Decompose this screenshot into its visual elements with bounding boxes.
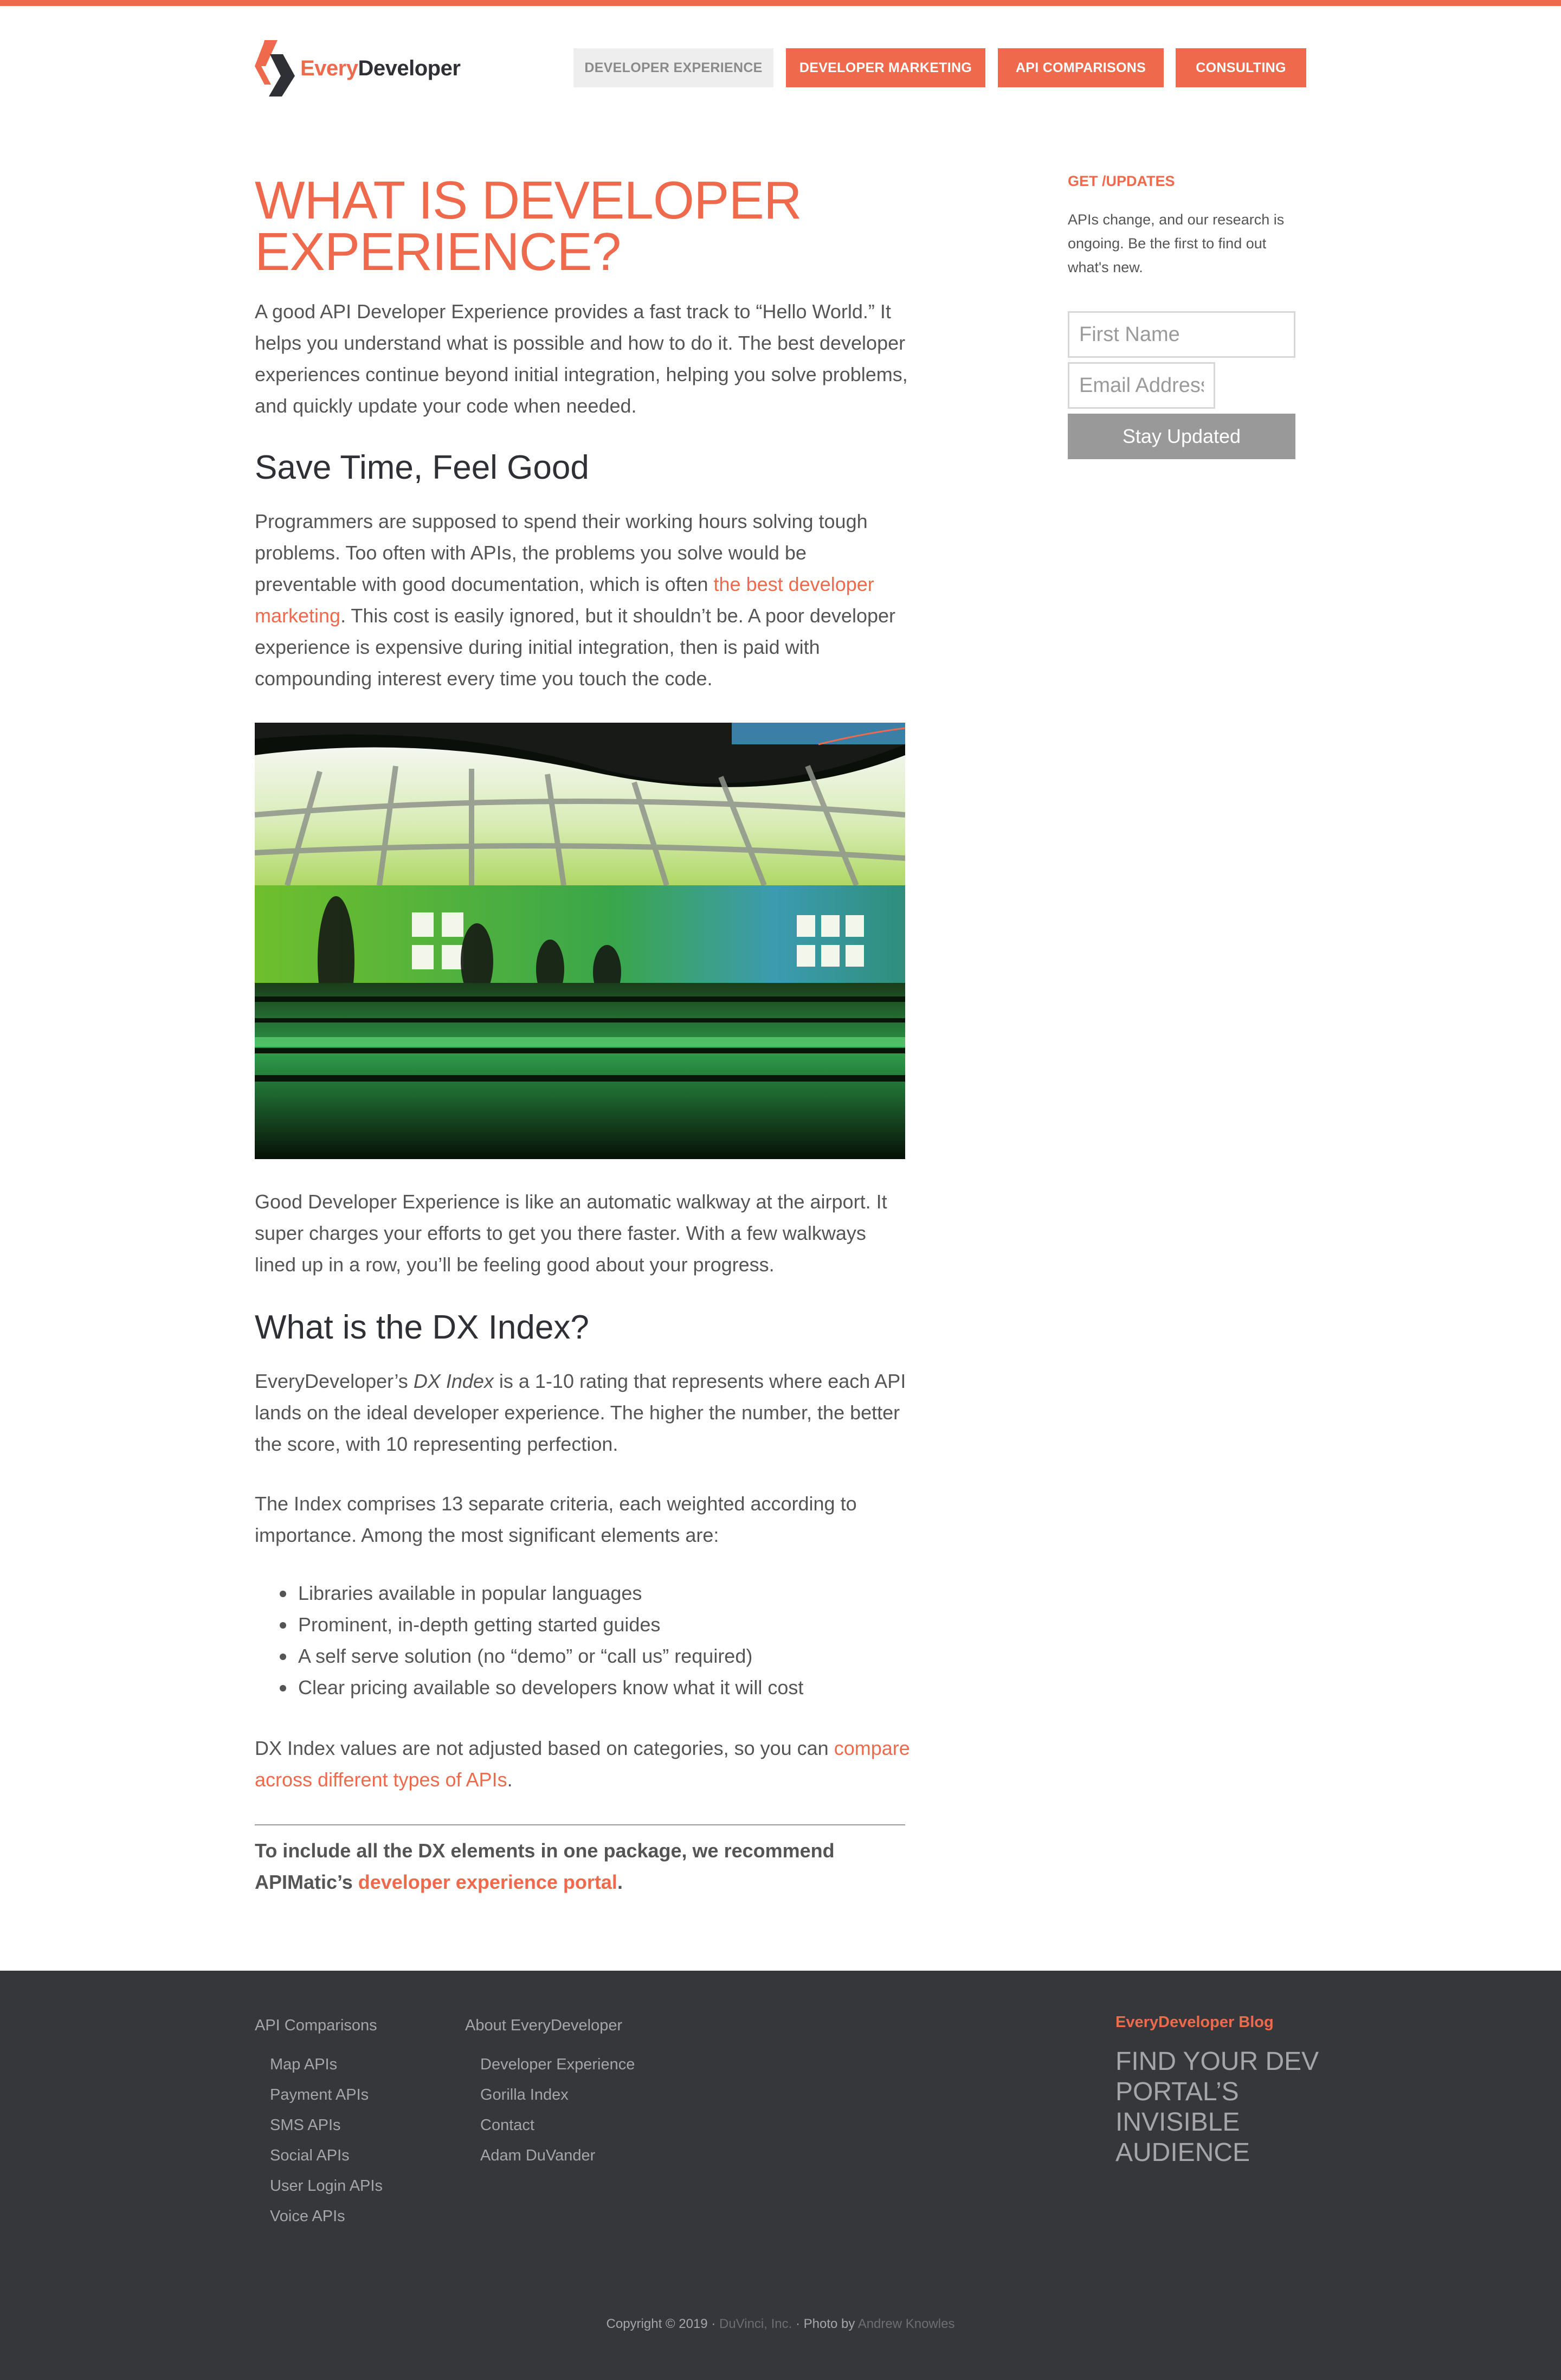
footer-about-title[interactable]: About EveryDeveloper [465,2017,622,2035]
divider [255,1824,905,1825]
nav-api-comparisons[interactable]: API Comparisons [998,48,1164,87]
list-item: Prominent, in-depth getting started guid… [280,1609,894,1641]
criteria-paragraph: The Index comprises 13 separate criteria… [255,1493,857,1546]
footer-blog-title[interactable]: EveryDeveloper Blog [1115,2014,1274,2031]
footer-link[interactable]: User Login APIs [270,2171,383,2201]
list-item: Clear pricing available so developers kn… [280,1672,894,1703]
airport-walkway-photo [255,723,905,1159]
compare-paragraph: DX Index values are not adjusted based o… [255,1737,910,1791]
footer-link[interactable]: Voice APIs [270,2201,383,2231]
footer-blog-post-link[interactable]: Find your dev portal’s invisible audienc… [1115,2047,1332,2168]
list-item: A self serve solution (no “demo” or “cal… [280,1641,894,1672]
top-accent-bar [0,0,1561,6]
nav-developer-experience[interactable]: Developer Experience [573,48,773,87]
intro-paragraph: A good API Developer Experience provides… [255,300,908,417]
footer-about-list: Developer Experience Gorilla Index Conta… [480,2049,635,2171]
footer-link[interactable]: SMS APIs [270,2110,383,2140]
footer-api-comparisons-list: Map APIs Payment APIs SMS APIs Social AP… [270,2049,383,2231]
developer-experience-portal-link[interactable]: developer experience portal [358,1871,617,1893]
updates-description: APIs change, and our research is ongoing… [1068,211,1285,275]
list-item: Libraries available in popular languages [280,1578,894,1609]
nav-developer-marketing[interactable]: Developer Marketing [786,48,985,87]
section-heading-dx-index: What is the DX Index? [255,1309,589,1346]
logo-chevron-icon [255,40,295,97]
footer-link[interactable]: Gorilla Index [480,2080,635,2110]
updates-title: Get /updates [1068,173,1175,189]
criteria-list: Libraries available in popular languages… [280,1578,894,1703]
footer-link[interactable]: Social APIs [270,2140,383,2171]
page-title: What is Developer Experience? [255,170,802,281]
footer-link[interactable]: Map APIs [270,2049,383,2080]
save-time-paragraph: Programmers are supposed to spend their … [255,510,896,690]
logo-wordmark: EveryDeveloper [300,56,461,80]
email-field[interactable] [1068,362,1215,409]
nav-consulting[interactable]: Consulting [1176,48,1306,87]
footer-link[interactable]: Payment APIs [270,2080,383,2110]
walkway-paragraph: Good Developer Experience is like an aut… [255,1191,887,1276]
footer-api-comparisons-title[interactable]: API Comparisons [255,2017,377,2035]
photographer-link[interactable]: Andrew Knowles [858,2317,955,2331]
section-heading-save-time: Save Time, Feel Good [255,449,589,486]
footer-link[interactable]: Adam DuVander [480,2140,635,2171]
stay-updated-button[interactable]: Stay Updated [1068,414,1295,459]
footer-link[interactable]: Developer Experience [480,2049,635,2080]
dx-index-paragraph: EveryDeveloper’s DX Index is a 1-10 rati… [255,1370,906,1455]
company-link[interactable]: DuVinci, Inc. [719,2317,792,2331]
first-name-field[interactable] [1068,311,1295,358]
footer-link[interactable]: Contact [480,2110,635,2140]
copyright: Copyright © 2019 · DuVinci, Inc. · Photo… [606,2317,955,2331]
site-logo[interactable]: EveryDeveloper [255,40,461,97]
recommendation-note: To include all the DX elements in one pa… [255,1839,835,1893]
